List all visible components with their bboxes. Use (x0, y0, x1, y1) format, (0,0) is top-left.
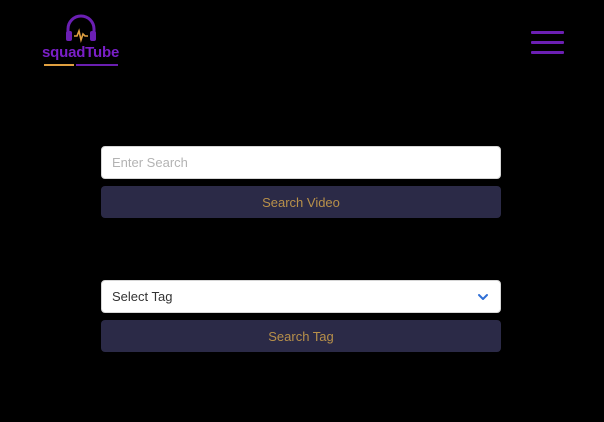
page: squadTube Search Video Select Tag Search… (0, 0, 604, 422)
chevron-down-icon (478, 293, 488, 300)
logo-underline-secondary (76, 64, 118, 66)
logo-text: squadTube (42, 44, 120, 61)
hamburger-menu-icon[interactable] (531, 31, 564, 57)
logo-underline (44, 64, 74, 66)
logo[interactable]: squadTube (40, 14, 126, 70)
menu-bar (531, 51, 564, 54)
menu-bar (531, 41, 564, 44)
search-tag-button[interactable]: Search Tag (101, 320, 501, 352)
search-video-button[interactable]: Search Video (101, 186, 501, 218)
tag-select-value: Select Tag (112, 289, 173, 304)
headphones-icon (66, 14, 96, 43)
search-input[interactable] (101, 146, 501, 179)
menu-bar (531, 31, 564, 34)
tag-select[interactable]: Select Tag (101, 280, 501, 313)
